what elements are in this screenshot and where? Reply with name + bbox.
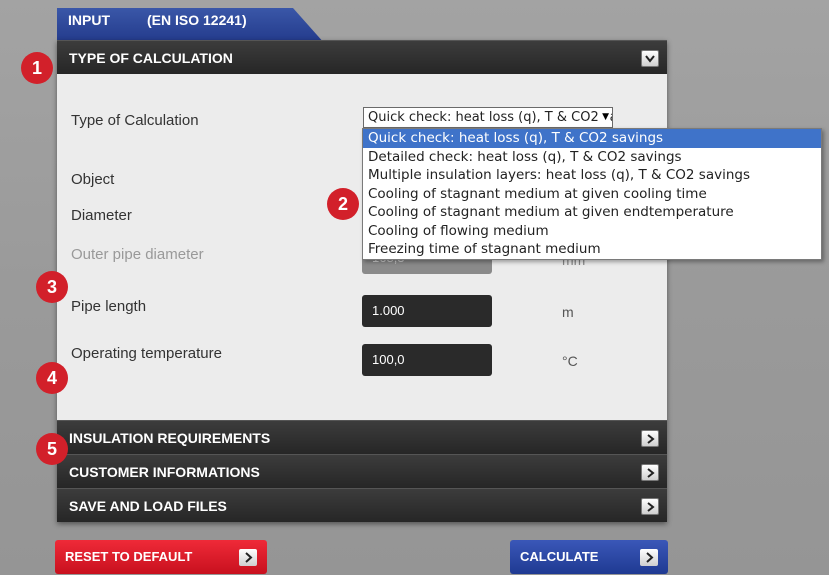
dropdown-option[interactable]: Quick check: heat loss (q), T & CO2 savi… [363,129,821,148]
section-header-save-and-load-files[interactable]: SAVE AND LOAD FILES [57,488,667,522]
operating-temperature-unit: °C [562,353,578,369]
section-header-type-of-calculation[interactable]: TYPE OF CALCULATION [57,40,667,74]
dropdown-option[interactable]: Cooling of flowing medium [363,222,821,241]
operating-temperature-label: Operating temperature [71,345,222,362]
section-header-insulation-requirements[interactable]: INSULATION REQUIREMENTS [57,420,667,454]
operating-temperature-field[interactable]: 100,0 [362,344,492,376]
select-value: Quick check: heat loss (q), T & CO2 savi… [368,110,612,125]
reset-to-default-button[interactable]: RESET TO DEFAULT [55,540,267,574]
chevron-right-icon[interactable] [641,430,659,447]
annotation-badge-5: 5 [36,433,68,465]
chevron-right-icon[interactable] [641,498,659,515]
section-title: INSULATION REQUIREMENTS [69,430,271,446]
annotation-badge-2: 2 [327,188,359,220]
chevron-right-icon [640,549,658,566]
type-of-calculation-label: Type of Calculation [71,112,199,129]
chevron-right-icon [239,549,257,566]
section-title: TYPE OF CALCULATION [69,50,233,66]
dropdown-option[interactable]: Cooling of stagnant medium at given endt… [363,203,821,222]
annotation-badge-3: 3 [36,271,68,303]
dropdown-option[interactable]: Cooling of stagnant medium at given cool… [363,185,821,204]
pipe-length-unit: m [562,304,574,320]
calculate-button[interactable]: CALCULATE [510,540,668,574]
select-arrow-icon: ▼ [600,108,609,127]
tab-title: INPUT [68,12,110,28]
calculate-button-label: CALCULATE [520,549,599,564]
outer-pipe-diameter-label: Outer pipe diameter [71,246,204,263]
reset-button-label: RESET TO DEFAULT [65,549,193,564]
tab-standard: (EN ISO 12241) [147,12,247,28]
dropdown-option[interactable]: Multiple insulation layers: heat loss (q… [363,166,821,185]
pipe-length-field[interactable]: 1.000 [362,295,492,327]
type-of-calculation-dropdown[interactable]: Quick check: heat loss (q), T & CO2 savi… [362,128,822,260]
input-tab[interactable]: INPUT (EN ISO 12241) [57,8,325,44]
chevron-right-icon[interactable] [641,464,659,481]
section-header-customer-informations[interactable]: CUSTOMER INFORMATIONS [57,454,667,488]
annotation-badge-1: 1 [21,52,53,84]
chevron-down-icon[interactable] [641,50,659,67]
type-of-calculation-select[interactable]: Quick check: heat loss (q), T & CO2 savi… [363,107,613,128]
dropdown-option[interactable]: Detailed check: heat loss (q), T & CO2 s… [363,148,821,167]
input-panel: TYPE OF CALCULATION Type of Calculation … [57,40,667,522]
diameter-label: Diameter [71,207,132,224]
object-label: Object [71,171,115,188]
section-title: CUSTOMER INFORMATIONS [69,464,260,480]
pipe-length-label: Pipe length [71,298,147,315]
section-title: SAVE AND LOAD FILES [69,498,227,514]
dropdown-option[interactable]: Freezing time of stagnant medium [363,240,821,259]
annotation-badge-4: 4 [36,362,68,394]
